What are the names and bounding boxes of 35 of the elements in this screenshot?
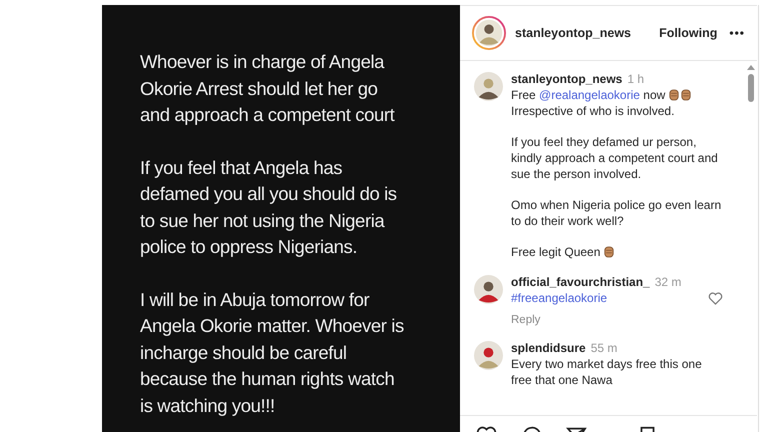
username[interactable]: stanleyontop_news <box>515 26 631 40</box>
reply-link[interactable]: Reply <box>511 314 540 326</box>
avatar-icon[interactable] <box>474 340 503 370</box>
post-text: Whoever is in charge of Angela Okorie Arrest should let her go and approach a competent court <box>140 50 396 127</box>
comment-text: Every two market days free this one <box>511 356 702 372</box>
fist-icon <box>680 88 691 101</box>
scroll-up-icon[interactable] <box>747 64 755 70</box>
comment-time: 1 h <box>627 70 644 87</box>
comment-time: 55 m <box>590 340 618 356</box>
comment-text: Free <box>511 86 537 103</box>
comment-text: kindly approach a competent court and <box>511 150 718 166</box>
comment-text: Free legit Queen <box>511 244 602 260</box>
avatar-icon[interactable] <box>474 72 503 101</box>
following-button[interactable]: Following <box>659 26 718 40</box>
post-text: I will be in Abuja tomorrow for Angela Okorie matter. Whoever is incharge should be careful because the human rights watch is watching you!!! <box>140 288 405 418</box>
mention-link[interactable]: #freeangelaokorie <box>511 290 608 306</box>
comment-text: to do their work well? <box>511 212 624 229</box>
more-button[interactable]: ••• <box>729 26 745 40</box>
comment-text: now <box>642 86 666 103</box>
comment-text: Irrespective of who is involved. <box>511 102 674 119</box>
fist-icon <box>604 246 614 258</box>
post-text: If you feel that Angela has defamed you all you should do is to sue her not using the Nigeria police to oppress Nigerians. <box>140 156 398 259</box>
avatar-icon[interactable] <box>472 16 506 50</box>
avatar-icon[interactable] <box>474 274 503 304</box>
comment-text: sue the person involved. <box>511 166 642 182</box>
mention-link[interactable]: @realangelaokorie <box>539 86 640 103</box>
comment-text: Omo when Nigeria police go even learn <box>511 196 722 213</box>
comment-username[interactable]: stanleyontop_news <box>511 70 622 87</box>
comment-time: 32 m <box>654 274 682 290</box>
comment-text: free that one Nawa <box>511 372 612 388</box>
comment-text: If you feel they defamed ur person, <box>511 134 696 150</box>
comment-username[interactable]: splendidsure <box>511 340 586 356</box>
fist-icon <box>668 88 679 101</box>
scroll-thumb[interactable] <box>748 74 754 102</box>
comment-username[interactable]: official_favourchristian_ <box>511 274 650 290</box>
